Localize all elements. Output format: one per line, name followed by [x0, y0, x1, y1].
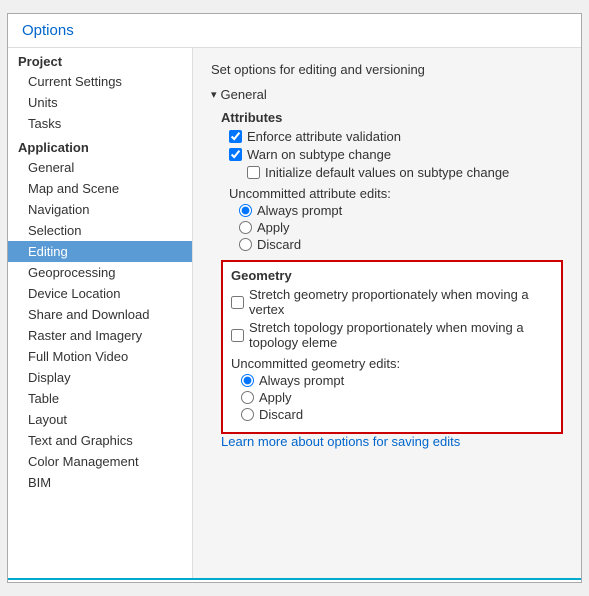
- attr-apply-radio[interactable]: [239, 221, 252, 234]
- sidebar-section-application: Application: [8, 134, 192, 157]
- geometry-section-title: Geometry: [231, 268, 553, 283]
- geo-always-prompt-label: Always prompt: [259, 373, 344, 388]
- sidebar-item-editing[interactable]: Editing: [8, 241, 192, 262]
- uncommitted-attr-label: Uncommitted attribute edits:: [229, 186, 563, 201]
- attr-discard-radio[interactable]: [239, 238, 252, 251]
- sidebar-item-current-settings[interactable]: Current Settings: [8, 71, 192, 92]
- sidebar-item-full-motion-video[interactable]: Full Motion Video: [8, 346, 192, 367]
- init-default-values-checkbox[interactable]: [247, 166, 260, 179]
- sidebar-item-device-location[interactable]: Device Location: [8, 283, 192, 304]
- warn-on-subtype-row: Warn on subtype change: [229, 147, 563, 162]
- attr-apply-label: Apply: [257, 220, 290, 235]
- stretch-proportionate-row: Stretch geometry proportionately when mo…: [231, 287, 553, 317]
- bottom-accent-bar: [8, 578, 581, 582]
- sidebar-item-units[interactable]: Units: [8, 92, 192, 113]
- sidebar-item-selection[interactable]: Selection: [8, 220, 192, 241]
- sidebar-item-navigation[interactable]: Navigation: [8, 199, 192, 220]
- sidebar: Project Current Settings Units Tasks App…: [8, 48, 193, 578]
- enforce-validation-label: Enforce attribute validation: [247, 129, 401, 144]
- stretch-topology-checkbox[interactable]: [231, 329, 244, 342]
- geo-apply-row: Apply: [241, 390, 553, 405]
- init-default-values-row: Initialize default values on subtype cha…: [247, 165, 563, 180]
- content-area: Set options for editing and versioning ▾…: [193, 48, 581, 578]
- attr-always-prompt-radio[interactable]: [239, 204, 252, 217]
- attr-always-prompt-row: Always prompt: [239, 203, 563, 218]
- general-section-toggle[interactable]: ▾ General: [211, 87, 563, 102]
- attr-always-prompt-label: Always prompt: [257, 203, 342, 218]
- sidebar-item-text-and-graphics[interactable]: Text and Graphics: [8, 430, 192, 451]
- enforce-validation-row: Enforce attribute validation: [229, 129, 563, 144]
- geo-always-prompt-row: Always prompt: [241, 373, 553, 388]
- geo-apply-radio[interactable]: [241, 391, 254, 404]
- collapse-arrow-icon: ▾: [211, 88, 217, 101]
- sidebar-item-raster-and-imagery[interactable]: Raster and Imagery: [8, 325, 192, 346]
- sidebar-item-tasks[interactable]: Tasks: [8, 113, 192, 134]
- sidebar-item-color-management[interactable]: Color Management: [8, 451, 192, 472]
- sidebar-item-share-and-download[interactable]: Share and Download: [8, 304, 192, 325]
- options-dialog: Options Project Current Settings Units T…: [7, 13, 582, 583]
- attributes-label: Attributes: [221, 110, 563, 125]
- stretch-proportionate-label: Stretch geometry proportionately when mo…: [249, 287, 553, 317]
- attr-apply-row: Apply: [239, 220, 563, 235]
- geo-discard-row: Discard: [241, 407, 553, 422]
- sidebar-item-display[interactable]: Display: [8, 367, 192, 388]
- sidebar-item-map-and-scene[interactable]: Map and Scene: [8, 178, 192, 199]
- sidebar-section-project: Project: [8, 48, 192, 71]
- attr-discard-row: Discard: [239, 237, 563, 252]
- enforce-validation-checkbox[interactable]: [229, 130, 242, 143]
- warn-on-subtype-checkbox[interactable]: [229, 148, 242, 161]
- attr-discard-label: Discard: [257, 237, 301, 252]
- geometry-box: Geometry Stretch geometry proportionatel…: [221, 260, 563, 434]
- geo-discard-radio[interactable]: [241, 408, 254, 421]
- stretch-topology-row: Stretch topology proportionately when mo…: [231, 320, 553, 350]
- sidebar-item-bim[interactable]: BIM: [8, 472, 192, 493]
- sidebar-item-layout[interactable]: Layout: [8, 409, 192, 430]
- warn-on-subtype-label: Warn on subtype change: [247, 147, 391, 162]
- geo-apply-label: Apply: [259, 390, 292, 405]
- learn-more-link[interactable]: Learn more about options for saving edit…: [221, 434, 460, 449]
- content-title: Set options for editing and versioning: [211, 62, 563, 77]
- general-section-label: General: [221, 87, 267, 102]
- sidebar-item-general[interactable]: General: [8, 157, 192, 178]
- uncommitted-geo-label: Uncommitted geometry edits:: [231, 356, 553, 371]
- stretch-proportionate-checkbox[interactable]: [231, 296, 244, 309]
- dialog-title: Options: [8, 14, 581, 48]
- stretch-topology-label: Stretch topology proportionately when mo…: [249, 320, 553, 350]
- geo-discard-label: Discard: [259, 407, 303, 422]
- dialog-body: Project Current Settings Units Tasks App…: [8, 48, 581, 578]
- sidebar-item-table[interactable]: Table: [8, 388, 192, 409]
- geo-always-prompt-radio[interactable]: [241, 374, 254, 387]
- sidebar-item-geoprocessing[interactable]: Geoprocessing: [8, 262, 192, 283]
- init-default-values-label: Initialize default values on subtype cha…: [265, 165, 509, 180]
